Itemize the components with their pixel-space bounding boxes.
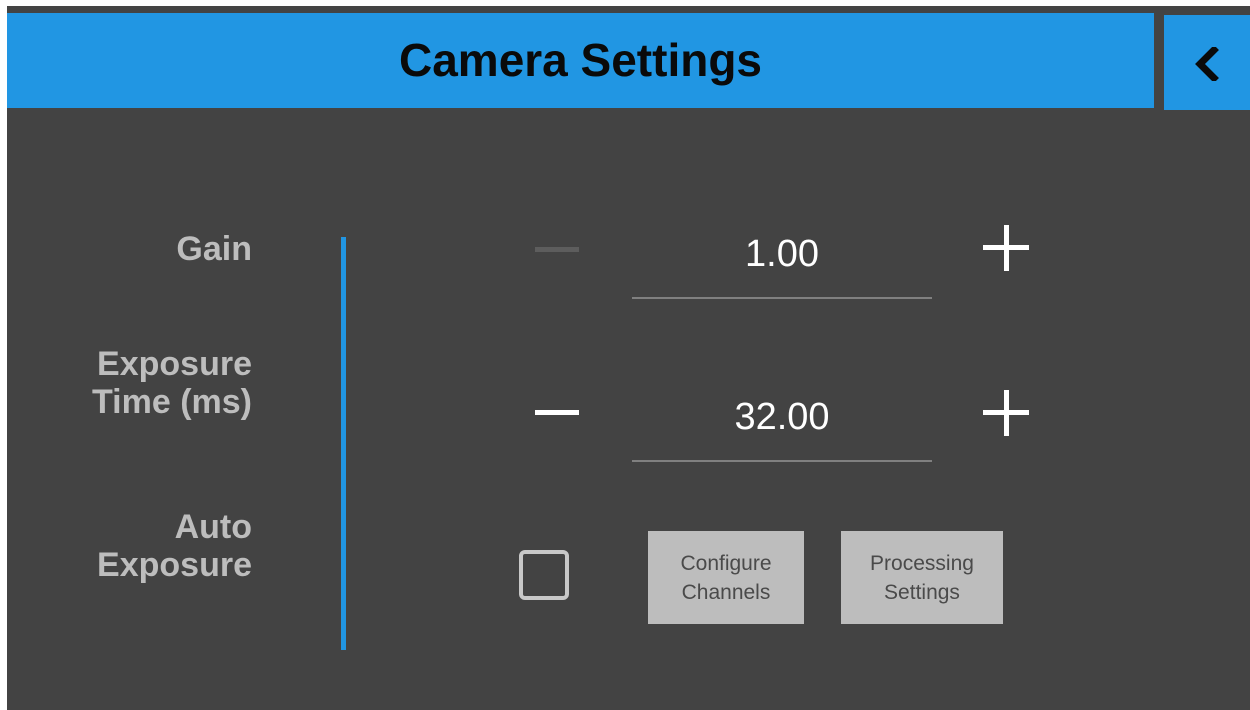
minus-icon bbox=[535, 247, 579, 252]
processing-settings-button[interactable]: Processing Settings bbox=[841, 531, 1003, 624]
chevron-left-icon bbox=[1195, 47, 1219, 81]
exposure-time-label: Exposure Time (ms) bbox=[92, 345, 252, 421]
gain-value: 1.00 bbox=[745, 233, 819, 275]
plus-icon-vertical bbox=[1004, 390, 1009, 436]
exposure-decrement-button[interactable] bbox=[527, 383, 587, 443]
exposure-value-field[interactable]: 32.00 bbox=[632, 396, 932, 462]
section-divider bbox=[341, 237, 346, 650]
page-title: Camera Settings bbox=[398, 34, 762, 86]
back-button[interactable] bbox=[1164, 15, 1250, 110]
gain-decrement-button[interactable] bbox=[527, 220, 587, 280]
auto-exposure-label-line1: Auto bbox=[174, 508, 252, 546]
plus-icon-vertical bbox=[1004, 225, 1009, 271]
minus-icon bbox=[535, 410, 579, 415]
gain-label: Gain bbox=[176, 230, 252, 268]
configure-channels-label-line2: Channels bbox=[681, 580, 771, 604]
configure-channels-button[interactable]: Configure Channels bbox=[648, 531, 804, 624]
exposure-value: 32.00 bbox=[734, 396, 830, 438]
exposure-time-label-line2: Time (ms) bbox=[92, 383, 252, 421]
auto-exposure-label: Auto Exposure bbox=[97, 508, 252, 584]
exposure-time-label-line1: Exposure bbox=[97, 345, 252, 383]
processing-settings-label-line2: Settings bbox=[884, 580, 960, 604]
auto-exposure-label-line2: Exposure bbox=[97, 546, 252, 584]
processing-settings-label-line1: Processing bbox=[870, 551, 974, 575]
auto-exposure-checkbox[interactable] bbox=[519, 550, 569, 600]
exposure-increment-button[interactable] bbox=[976, 383, 1036, 443]
header-bar: Camera Settings bbox=[7, 13, 1154, 108]
gain-increment-button[interactable] bbox=[976, 218, 1036, 278]
gain-value-field[interactable]: 1.00 bbox=[632, 233, 932, 299]
configure-channels-label-line1: Configure bbox=[680, 551, 772, 575]
